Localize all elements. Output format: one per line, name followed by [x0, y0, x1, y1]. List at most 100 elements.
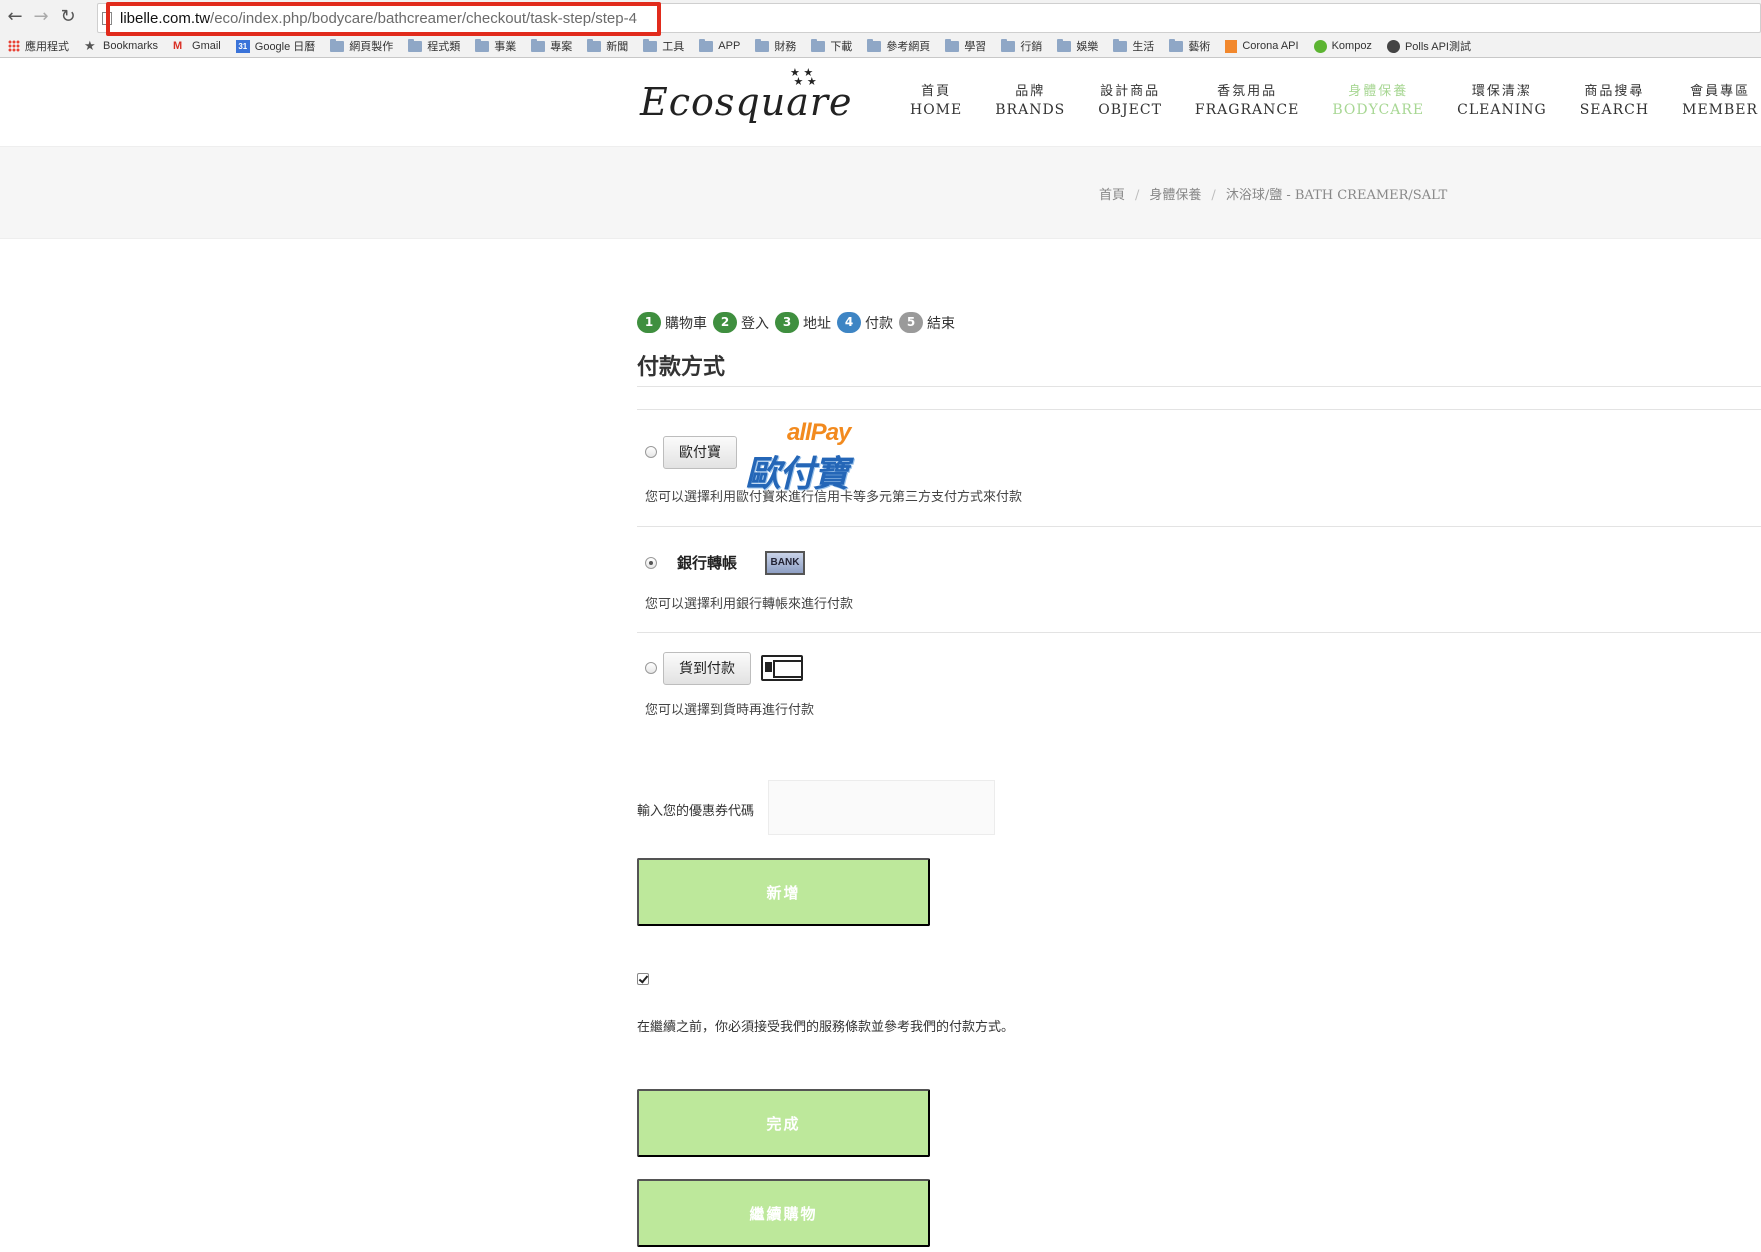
add-coupon-button[interactable]: 新增: [637, 858, 930, 926]
bookmark-folder[interactable]: 工具: [643, 38, 684, 54]
step-number: 2: [713, 312, 737, 333]
folder-icon: [531, 38, 546, 52]
bookmark-label: APP: [718, 40, 741, 52]
allpay-radio[interactable]: [645, 446, 657, 458]
folder-icon: [1169, 38, 1184, 52]
step-number: 1: [637, 312, 661, 333]
bookmark-folder[interactable]: 學習: [945, 38, 986, 54]
breadcrumb-band: 首頁 / 身體保養 / 沐浴球/鹽 - BATH CREAMER/SALT: [0, 146, 1761, 239]
allpay-logo: allPay 歐付寶: [745, 419, 865, 495]
menu-label-zh: 身體保養: [1348, 84, 1409, 99]
bookmark-kompoz[interactable]: Kompoz: [1313, 39, 1372, 53]
bookmark-bookmarks[interactable]: ★ Bookmarks: [84, 38, 158, 53]
bookmark-folder[interactable]: 下載: [811, 38, 852, 54]
allpay-description: 您可以選擇利用歐付寶來進行信用卡等多元第三方支付方式來付款: [645, 490, 1023, 505]
menu-item-bodycare[interactable]: 身體保養 BODYCARE: [1332, 83, 1424, 120]
folder-icon: [755, 38, 770, 52]
site-header: Ecosquare ★ ★ ★ ★ 首頁 HOME 品牌 BRANDS 設計商品 OB…: [0, 58, 1761, 146]
bookmarks-bar: 應用程式 ★ Bookmarks M Gmail 31 Google 日曆 網頁製作 …: [0, 35, 1761, 57]
breadcrumb-separator: /: [1211, 188, 1216, 203]
bank-description: 您可以選擇利用銀行轉帳來進行付款: [645, 597, 854, 612]
bookmark-folder[interactable]: 藝術: [1169, 38, 1210, 54]
menu-label-en: HOME: [910, 102, 963, 118]
step-label-login: 登入: [741, 315, 769, 332]
bookmark-apps[interactable]: 應用程式: [8, 38, 69, 54]
checkout-steps: 1 購物車 2 登入 3 地址 4 付款 5 結束: [637, 312, 961, 333]
divider: [637, 409, 1761, 410]
menu-item-fragrance[interactable]: 香氛用品 FRAGRANCE: [1195, 83, 1299, 120]
bookmark-polls-api[interactable]: Polls API測試: [1386, 38, 1471, 54]
terms-text: 在繼續之前，你必須接受我們的服務條款並參考我們的付款方式。: [637, 1020, 1015, 1035]
bookmark-label: 參考網頁: [886, 41, 931, 53]
menu-item-brands[interactable]: 品牌 BRANDS: [995, 83, 1065, 120]
bookmark-folder[interactable]: 生活: [1113, 38, 1154, 54]
cod-radio[interactable]: [645, 662, 657, 674]
step-label-cart: 購物車: [665, 315, 707, 332]
bookmark-folder[interactable]: APP: [699, 38, 741, 52]
bookmark-label: Polls API測試: [1404, 41, 1471, 53]
bookmark-folder[interactable]: 網頁製作: [330, 38, 393, 54]
step-number: 4: [837, 312, 861, 333]
agree-terms-checkbox[interactable]: [637, 973, 649, 985]
bookmark-folder[interactable]: 娛樂: [1057, 38, 1098, 54]
continue-shopping-button[interactable]: 繼續購物: [637, 1179, 930, 1247]
menu-item-object[interactable]: 設計商品 OBJECT: [1098, 83, 1162, 120]
menu-label-en: CLEANING: [1457, 102, 1547, 118]
bookmark-label: Kompoz: [1331, 40, 1372, 52]
menu-item-cleaning[interactable]: 環保清潔 CLEANING: [1457, 83, 1547, 120]
bookmark-folder[interactable]: 事業: [475, 38, 516, 54]
bookmark-label: Google 日曆: [254, 41, 316, 53]
allpay-button[interactable]: 歐付寶: [663, 436, 737, 469]
bookmark-folder[interactable]: 專案: [531, 38, 572, 54]
allpay-logo-en: allPay: [787, 419, 851, 446]
menu-item-member[interactable]: 會員專區 MEMBER: [1682, 83, 1758, 120]
coupon-input[interactable]: [768, 780, 995, 835]
bookmark-folder[interactable]: 財務: [755, 38, 796, 54]
menu-item-search[interactable]: 商品搜尋 SEARCH: [1580, 83, 1649, 120]
calendar-icon: 31: [235, 39, 250, 53]
bookmark-label: 藝術: [1188, 41, 1211, 53]
main-menu: 首頁 HOME 品牌 BRANDS 設計商品 OBJECT 香氛用品 FRAGRANCE…: [910, 83, 1758, 120]
menu-label-en: BODYCARE: [1332, 102, 1425, 118]
bank-icon: BANK: [765, 551, 805, 575]
bookmark-label: 下載: [830, 41, 853, 53]
menu-item-home[interactable]: 首頁 HOME: [910, 83, 962, 120]
bookmark-label: 新聞: [606, 41, 629, 53]
folder-icon: [699, 38, 714, 52]
folder-icon: [1057, 38, 1072, 52]
folder-icon: [475, 38, 490, 52]
step-number: 5: [899, 312, 923, 333]
finish-button[interactable]: 完成: [637, 1089, 930, 1157]
menu-label-zh: 首頁: [921, 84, 952, 99]
truck-icon: [761, 655, 803, 681]
bookmark-folder[interactable]: 程式類: [408, 38, 460, 54]
folder-icon: [811, 38, 826, 52]
bookmark-label: 網頁製作: [349, 41, 394, 53]
bookmark-green-icon: [1313, 39, 1327, 53]
bookmark-label: 程式類: [427, 41, 461, 53]
coupon-label: 輸入您的優惠券代碼: [637, 804, 755, 819]
bookmark-label: 工具: [662, 41, 685, 53]
breadcrumb-bodycare[interactable]: 身體保養: [1149, 188, 1201, 203]
bookmark-label: 專案: [550, 41, 573, 53]
bookmark-corona-api[interactable]: Corona API: [1225, 39, 1299, 53]
breadcrumb-home[interactable]: 首頁: [1099, 188, 1125, 203]
bookmark-label: 生活: [1132, 41, 1155, 53]
menu-label-zh: 品牌: [1015, 84, 1046, 99]
bookmark-google-calendar[interactable]: 31 Google 日曆: [235, 38, 316, 54]
bookmark-folder[interactable]: 參考網頁: [867, 38, 930, 54]
bookmark-folder[interactable]: 新聞: [587, 38, 628, 54]
menu-label-zh: 會員專區: [1690, 84, 1751, 99]
site-logo[interactable]: Ecosquare: [640, 80, 853, 124]
menu-label-en: OBJECT: [1098, 102, 1162, 118]
bank-label[interactable]: 銀行轉帳: [677, 552, 737, 573]
bookmark-gmail[interactable]: M Gmail: [173, 40, 221, 52]
cod-button[interactable]: 貨到付款: [663, 652, 751, 685]
bank-radio[interactable]: [645, 557, 657, 569]
forward-arrow-icon[interactable]: →: [30, 6, 52, 28]
reload-icon[interactable]: ↻: [57, 6, 79, 28]
back-arrow-icon[interactable]: ←: [4, 6, 26, 28]
star-icon: ★: [84, 38, 96, 53]
logo-stars-icon: ★ ★ ★ ★: [790, 66, 817, 88]
bookmark-folder[interactable]: 行銷: [1001, 38, 1042, 54]
